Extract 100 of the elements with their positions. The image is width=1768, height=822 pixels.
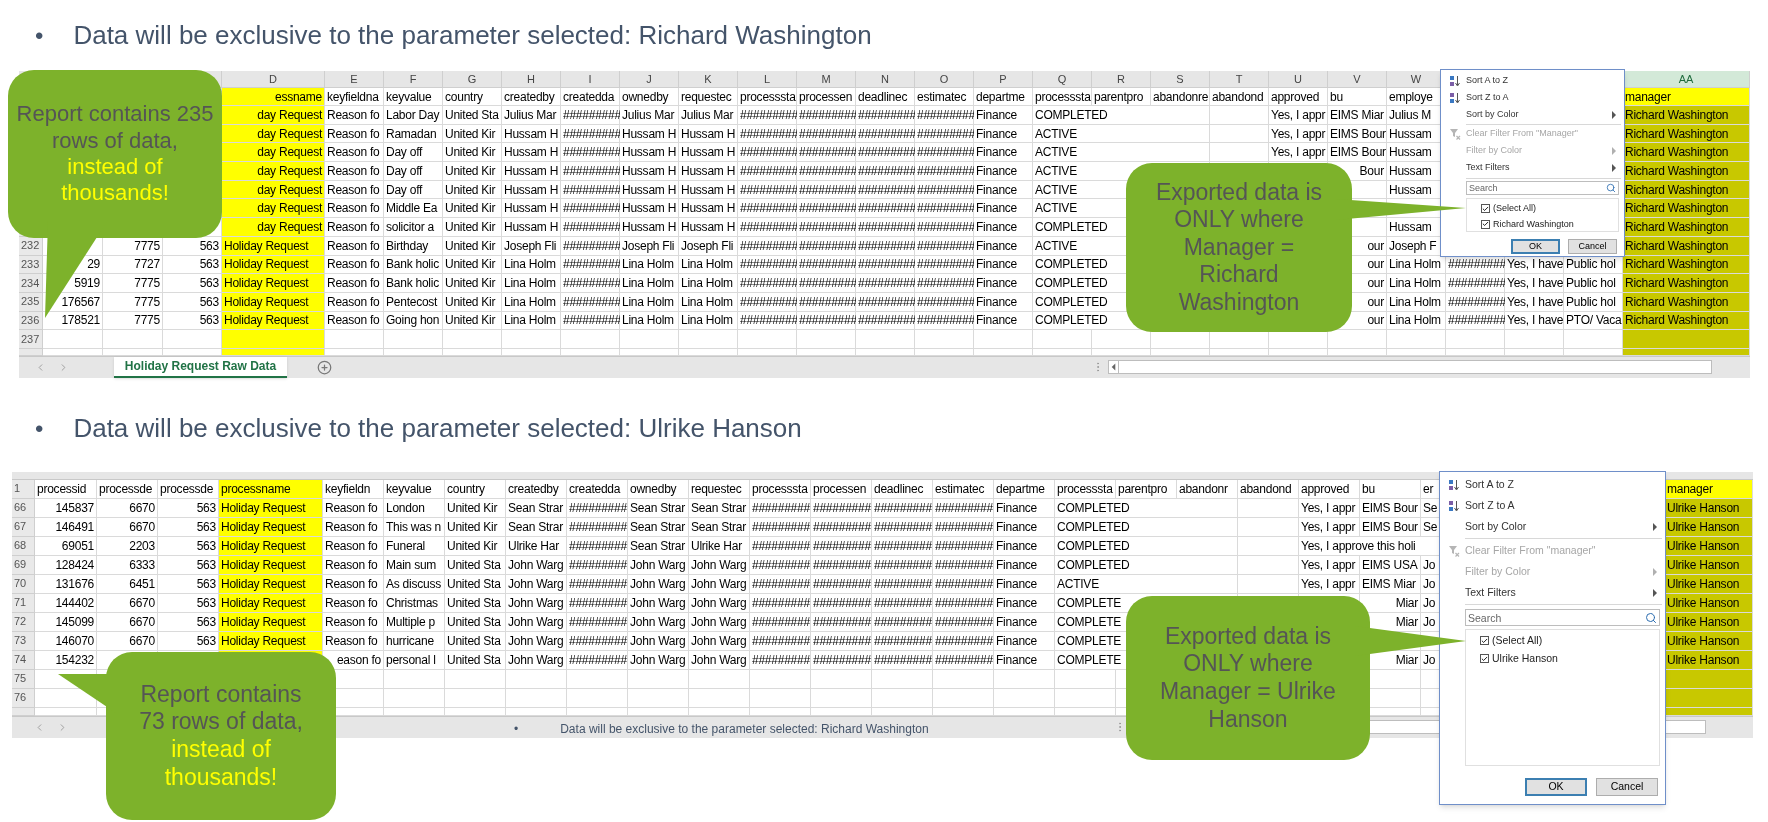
table-cell: United Kir — [443, 162, 502, 181]
table-cell: Reason fo — [325, 143, 384, 163]
table-cell: abandond — [1210, 88, 1269, 106]
table-cell: solicitor a — [384, 218, 443, 237]
list-bullet: • — [35, 413, 44, 444]
table-cell: createdda — [561, 88, 620, 106]
table-cell: Hussam H — [502, 162, 561, 181]
table-cell: ######### — [561, 106, 620, 125]
column-header[interactable]: D — [222, 71, 325, 88]
table-cell: Julius Mar — [679, 106, 738, 125]
table-cell: keyvalue — [384, 88, 443, 106]
table-cell: Day off — [384, 162, 443, 181]
slide-heading: Data will be exclusive to the parameter selected: Richard Washington — [73, 19, 872, 52]
table-cell: Hussam H — [620, 218, 679, 237]
table-cell: estimatec — [915, 88, 974, 106]
table-cell: ######### — [738, 143, 797, 163]
column-header[interactable]: K — [679, 71, 738, 88]
search-field[interactable]: Search — [1466, 181, 1619, 195]
column-header[interactable]: G — [443, 71, 502, 88]
dialog-button[interactable]: OK — [1525, 778, 1587, 796]
table-cell: Reason fo — [325, 199, 384, 219]
table-cell: day Request — [222, 106, 325, 125]
column-header[interactable]: M — [797, 71, 856, 88]
table-cell: United Kir — [443, 199, 502, 219]
table-cell: United Kir — [443, 218, 502, 237]
table-cell: createdby — [502, 88, 561, 106]
column-header[interactable]: J — [620, 71, 679, 88]
dialog-button[interactable]: Cancel — [1568, 239, 1617, 254]
table-cell: ######### — [856, 274, 915, 293]
menu-item[interactable]: Sort Z to A — [1443, 495, 1662, 516]
table-cell: Finance — [974, 218, 1033, 237]
table-cell: United Kir — [443, 143, 502, 163]
table-cell: Reason fo — [325, 106, 384, 125]
column-header[interactable]: AA — [1623, 71, 1750, 88]
table-cell: Richard Washington — [1623, 218, 1750, 237]
column-header[interactable]: T — [1210, 71, 1269, 88]
column-header[interactable]: R — [1092, 71, 1151, 88]
column-header[interactable]: O — [915, 71, 974, 88]
search-field[interactable]: Search — [1465, 609, 1660, 626]
table-cell: Yes, I have — [1505, 274, 1564, 293]
row-number: 237 — [19, 330, 43, 349]
table-cell: ######### — [561, 274, 620, 293]
table-cell: abandonre — [1151, 88, 1210, 106]
sheet-tab[interactable]: Holiday Request Raw Data — [114, 356, 287, 378]
table-cell: ######### — [1446, 274, 1505, 293]
callout-text: Report contains 73 rows of data, — [138, 680, 304, 736]
table-cell: ######### — [738, 218, 797, 237]
table-cell: COMPLETED — [1033, 106, 1210, 125]
table-cell: manager — [1623, 88, 1750, 106]
column-header[interactable]: E — [325, 71, 384, 88]
menu-item[interactable]: Sort A to Z — [1444, 72, 1621, 89]
list-bullet: • — [35, 20, 44, 51]
menu-item[interactable]: Sort A to Z — [1443, 474, 1662, 495]
table-cell: ######### — [856, 218, 915, 237]
table-cell: bu — [1328, 88, 1387, 106]
table-cell: ######### — [856, 106, 915, 125]
table-cell: Hussam H — [502, 143, 561, 163]
table-cell: ######### — [738, 106, 797, 125]
dialog-button[interactable]: OK — [1511, 239, 1560, 254]
table-cell: keyfieldna — [325, 88, 384, 106]
table-cell: Richard Washington — [1623, 106, 1750, 125]
table-cell: processen — [797, 88, 856, 106]
column-header[interactable]: P — [974, 71, 1033, 88]
table-cell: United Sta — [443, 106, 502, 125]
column-header[interactable]: N — [856, 71, 915, 88]
table-cell: ######### — [738, 199, 797, 219]
column-header[interactable]: U — [1269, 71, 1328, 88]
table-cell: ######### — [915, 143, 974, 163]
table-cell: ######### — [915, 106, 974, 125]
column-header[interactable]: I — [561, 71, 620, 88]
table-cell: day Request — [222, 162, 325, 181]
table-cell: ######### — [915, 218, 974, 237]
table-cell: Public hol — [1564, 274, 1623, 293]
column-header[interactable]: S — [1151, 71, 1210, 88]
table-cell: ######### — [797, 143, 856, 163]
table-cell: Bank holic — [384, 274, 443, 293]
table-cell: Hussam H — [502, 199, 561, 219]
table-cell: parentpro — [1092, 88, 1151, 106]
column-header[interactable]: Q — [1033, 71, 1092, 88]
table-cell: Labor Day — [384, 106, 443, 125]
table-cell: Finance — [974, 106, 1033, 125]
table-cell: ######### — [738, 274, 797, 293]
column-header[interactable]: H — [502, 71, 561, 88]
table-cell: Richard Washington — [1623, 162, 1750, 181]
table-cell: ######### — [797, 162, 856, 181]
column-header[interactable]: F — [384, 71, 443, 88]
column-header[interactable]: V — [1328, 71, 1387, 88]
table-cell: United Kir — [443, 274, 502, 293]
table-cell: Julius Mar — [502, 106, 561, 125]
column-header[interactable]: L — [738, 71, 797, 88]
table-cell: Yes, I appr — [1269, 106, 1328, 125]
checkbox-label: Ulrike Hanson — [1492, 650, 1558, 666]
table-cell: Day off — [384, 143, 443, 163]
overlay-text: Data will be exclusive to the parameter selected: Richard Washington — [560, 721, 929, 738]
table-cell: Lina Holm — [679, 274, 738, 293]
table-cell: ######### — [797, 274, 856, 293]
table-cell: Hussam H — [679, 162, 738, 181]
table-cell: Reason fo — [325, 162, 384, 181]
dialog-button[interactable]: Cancel — [1596, 778, 1658, 796]
table-cell: Hussam H — [679, 218, 738, 237]
